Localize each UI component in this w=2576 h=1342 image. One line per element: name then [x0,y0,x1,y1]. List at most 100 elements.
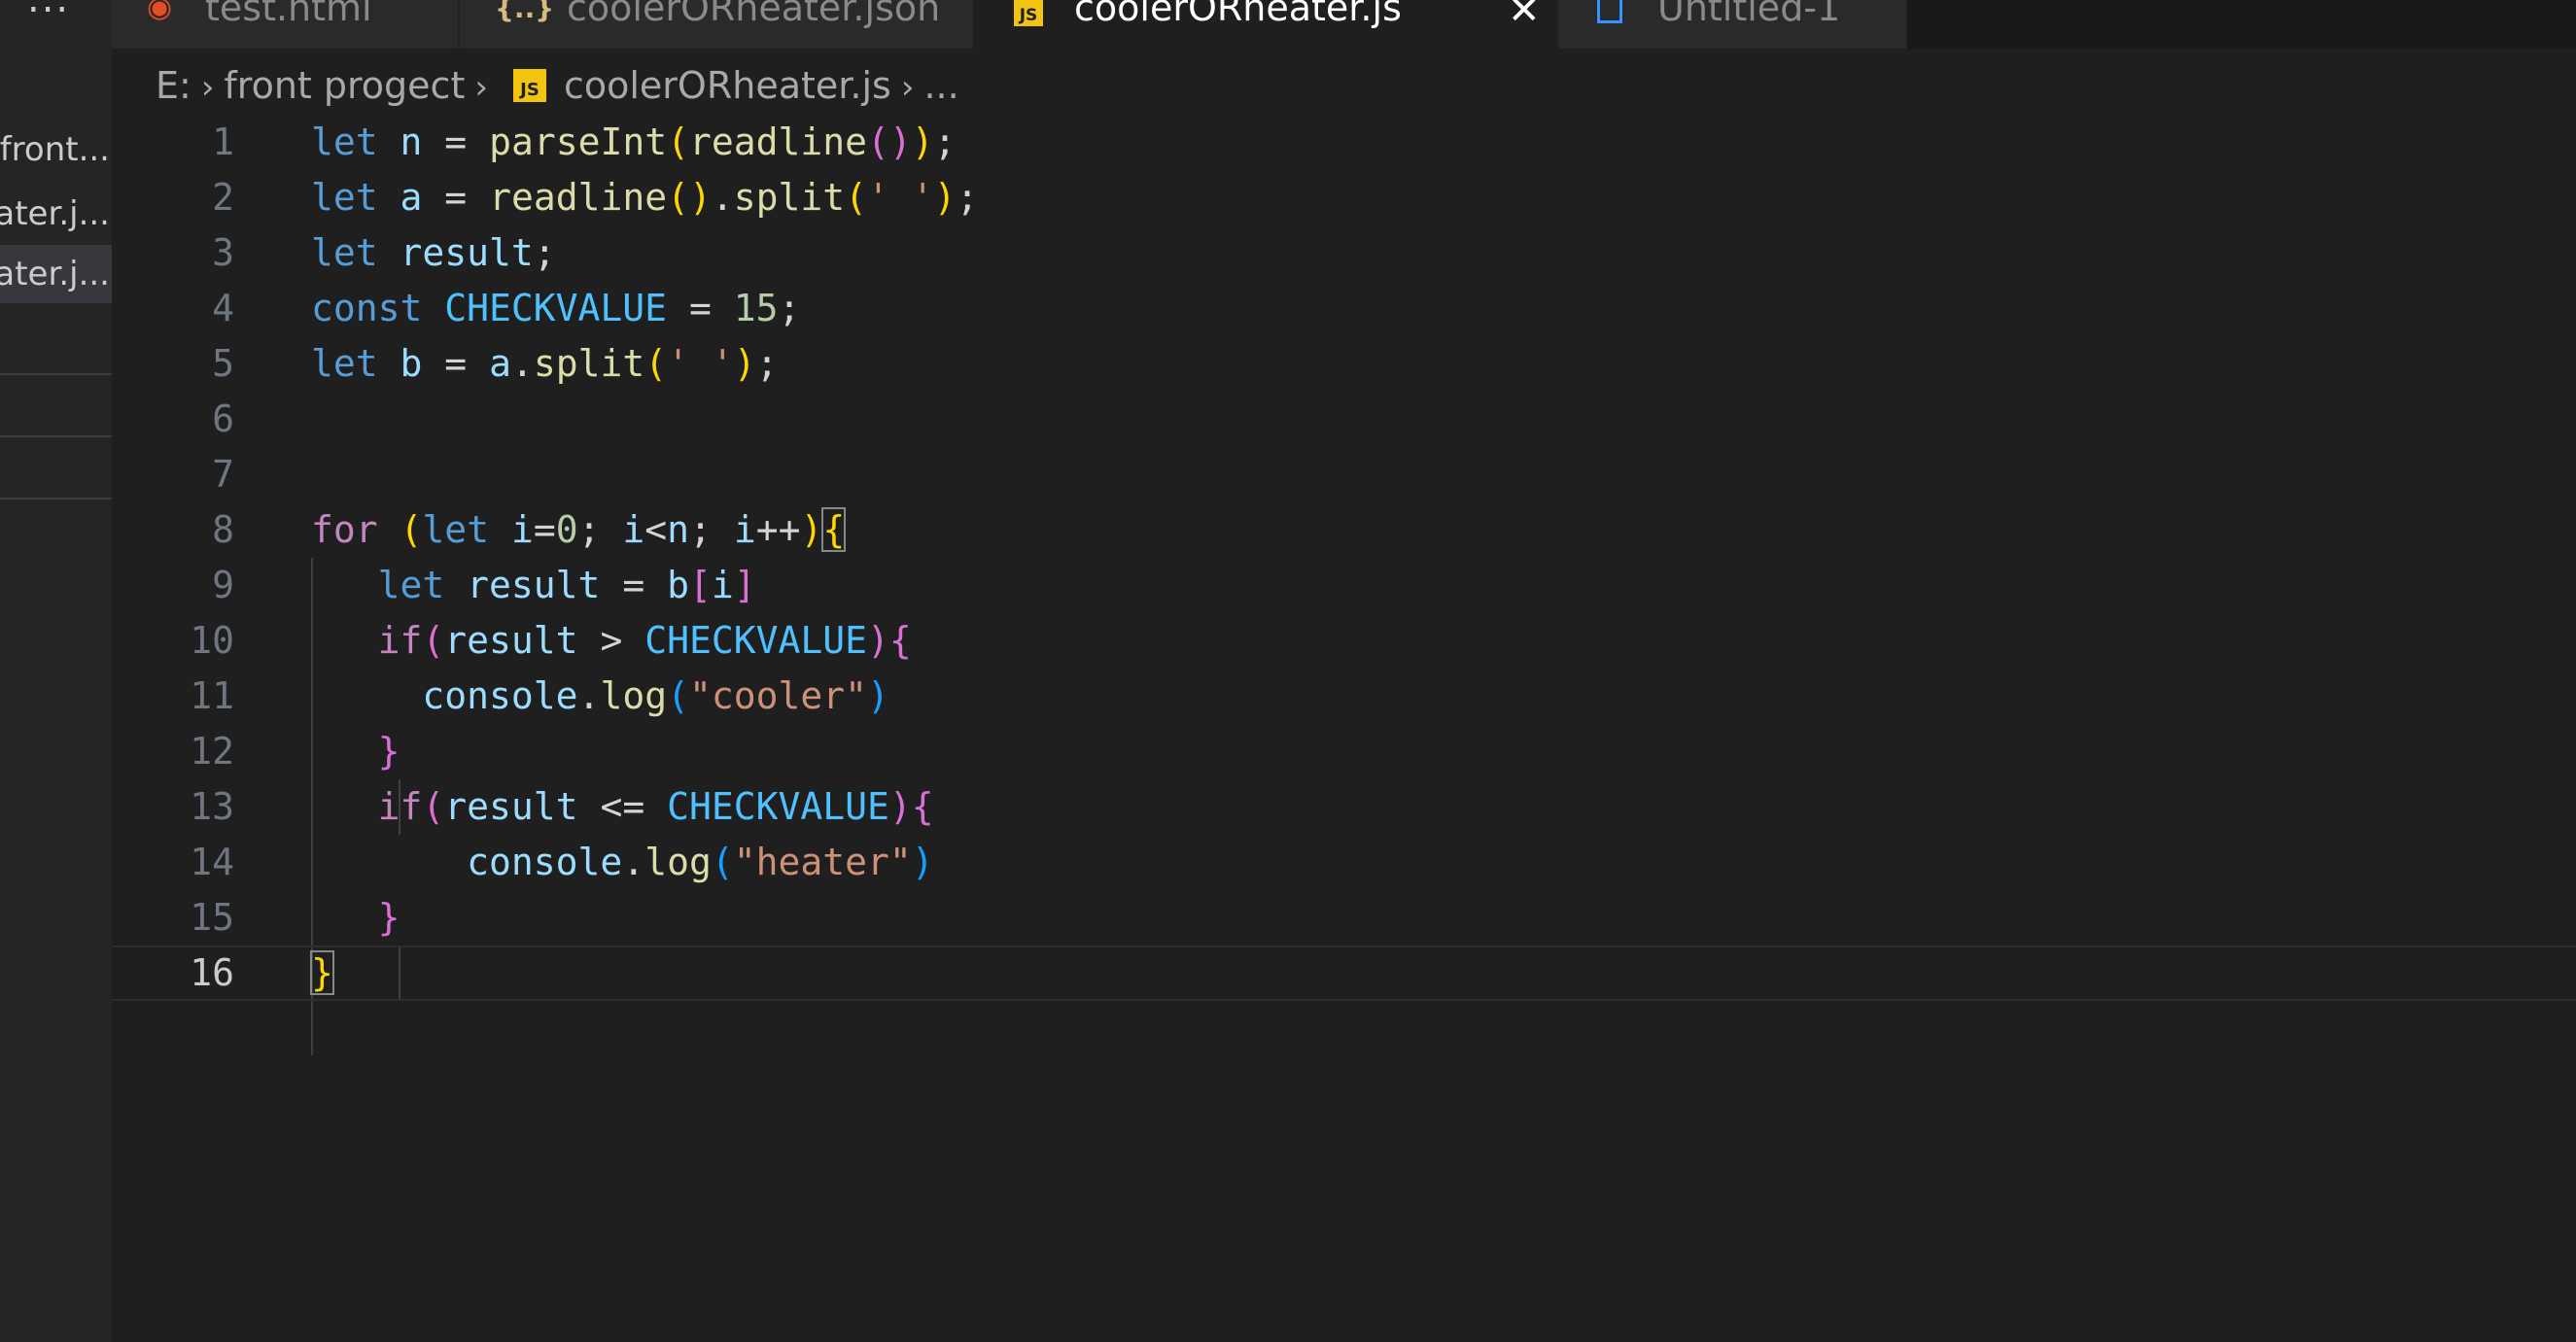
code-token: for [311,508,378,551]
code-token: a [489,342,511,385]
code-line[interactable]: 1 let n = parseInt(readline()); [112,115,2576,170]
code-token: i [711,564,734,606]
code-token: b [667,564,689,606]
html-file-icon: ◉ [147,0,173,24]
code-line[interactable]: 14 console.log("heater") [112,835,2576,890]
code-token: = [422,120,490,163]
code-line[interactable]: 13 if(result <= CHECKVALUE){ [112,779,2576,835]
code-token: ) [733,342,756,385]
code-line[interactable]: 10 if(result > CHECKVALUE){ [112,613,2576,669]
code-token: . [622,841,645,883]
code-token: ) [911,841,934,883]
tab-untitled[interactable]: Untitled-1 [1558,0,1908,49]
code-text: if(result <= CHECKVALUE){ [311,779,934,835]
code-editor[interactable]: 1 let n = parseInt(readline()); 2 let a = r… [112,115,2576,1342]
sidebar-item-folder[interactable]: front... [0,120,112,179]
code-token: ; [533,231,556,274]
code-token: ) [800,508,823,551]
code-token: { [821,507,847,552]
code-token: . [577,674,601,717]
code-line[interactable]: 5 let b = a.split(' '); [112,336,2576,392]
code-token: if [377,785,423,828]
tab-label: test.html [205,0,372,29]
code-line[interactable]: 8 for (let i=0; i<n; i++){ [112,502,2576,558]
code-token: ; [755,342,779,385]
breadcrumb: E: › front progect › JS coolerORheater.js ›... [156,58,959,113]
code-token: readline [688,120,868,163]
code-token: ; [778,287,801,329]
line-number: 2 [212,176,234,219]
breadcrumb-folder[interactable]: front progect [224,64,465,107]
code-token: "cooler" [688,674,867,717]
code-line[interactable]: 7 [112,447,2576,502]
code-token: result [444,619,578,662]
code-line[interactable]: 6 [112,392,2576,447]
tab-bar: ◉ test.html {..} coolerORheater.json JS … [112,0,2576,49]
code-token: ++ [755,508,801,551]
code-token: () [667,176,712,219]
divider [0,498,112,499]
code-token: } [377,896,400,939]
line-number: 14 [190,841,234,883]
code-text: let b = a.split(' '); [311,336,779,392]
code-token: i [733,508,756,551]
breadcrumb-more[interactable]: ... [923,64,958,107]
code-token: result [444,785,578,828]
code-token: { [888,619,912,662]
tab-test-html[interactable]: ◉ test.html [112,0,460,49]
code-token: ( [400,508,423,551]
tab-cooler-js[interactable]: JS coolerORheater.js ✕ [975,0,1558,49]
code-token: a [400,176,423,219]
close-icon[interactable]: ✕ [1508,0,1541,33]
code-line[interactable]: 9 let result = b[i] [112,558,2576,613]
code-token: ( [422,785,445,828]
sidebar-item-file-active[interactable]: ater.j... [0,245,112,303]
code-token: "heater" [733,841,912,883]
code-line[interactable]: 15 } [112,890,2576,946]
sidebar-item-label: ater.j... [0,194,110,233]
code-token: ' ' [867,176,934,219]
code-token: ; [933,120,957,163]
code-token: console [467,841,623,883]
code-line[interactable]: 11 console.log("cooler") [112,669,2576,724]
tab-label: Untitled-1 [1657,0,1841,29]
code-token: let [311,231,378,274]
code-text: const CHECKVALUE = 15; [311,281,800,336]
code-token: i [622,508,645,551]
line-number: 12 [190,730,234,773]
divider [0,373,112,375]
code-line[interactable]: 3 let result; [112,225,2576,281]
code-token: } [377,730,400,773]
line-number: 10 [190,619,234,662]
breadcrumb-file[interactable]: coolerORheater.js [564,64,891,107]
json-file-icon: {..} [495,0,555,24]
tab-cooler-json[interactable]: {..} coolerORheater.json [460,0,975,49]
code-token: = [533,508,556,551]
code-line[interactable]: 4 const CHECKVALUE = 15; [112,281,2576,336]
more-actions-icon[interactable]: ... [27,0,70,21]
code-token: if [377,619,423,662]
sidebar-item-file[interactable]: ater.j... [0,185,112,243]
code-token: . [711,176,734,219]
code-line[interactable]: 16} [112,946,2576,1001]
code-token: CHECKVALUE [667,785,889,828]
sidebar-item-label: front... [0,130,110,169]
code-token: ( [667,674,689,717]
code-token: ( [644,342,668,385]
code-line[interactable]: 12 } [112,724,2576,779]
code-token: ( [711,841,734,883]
code-token: ) [867,674,889,717]
line-number: 15 [190,896,234,939]
code-token: { [911,785,934,828]
code-line[interactable]: 2 let a = readline().split(' '); [112,170,2576,225]
breadcrumb-drive[interactable]: E: [156,64,191,107]
code-token: CHECKVALUE [644,619,867,662]
code-token: ( [845,176,868,219]
code-token: let [422,508,490,551]
code-token: ) [888,785,912,828]
